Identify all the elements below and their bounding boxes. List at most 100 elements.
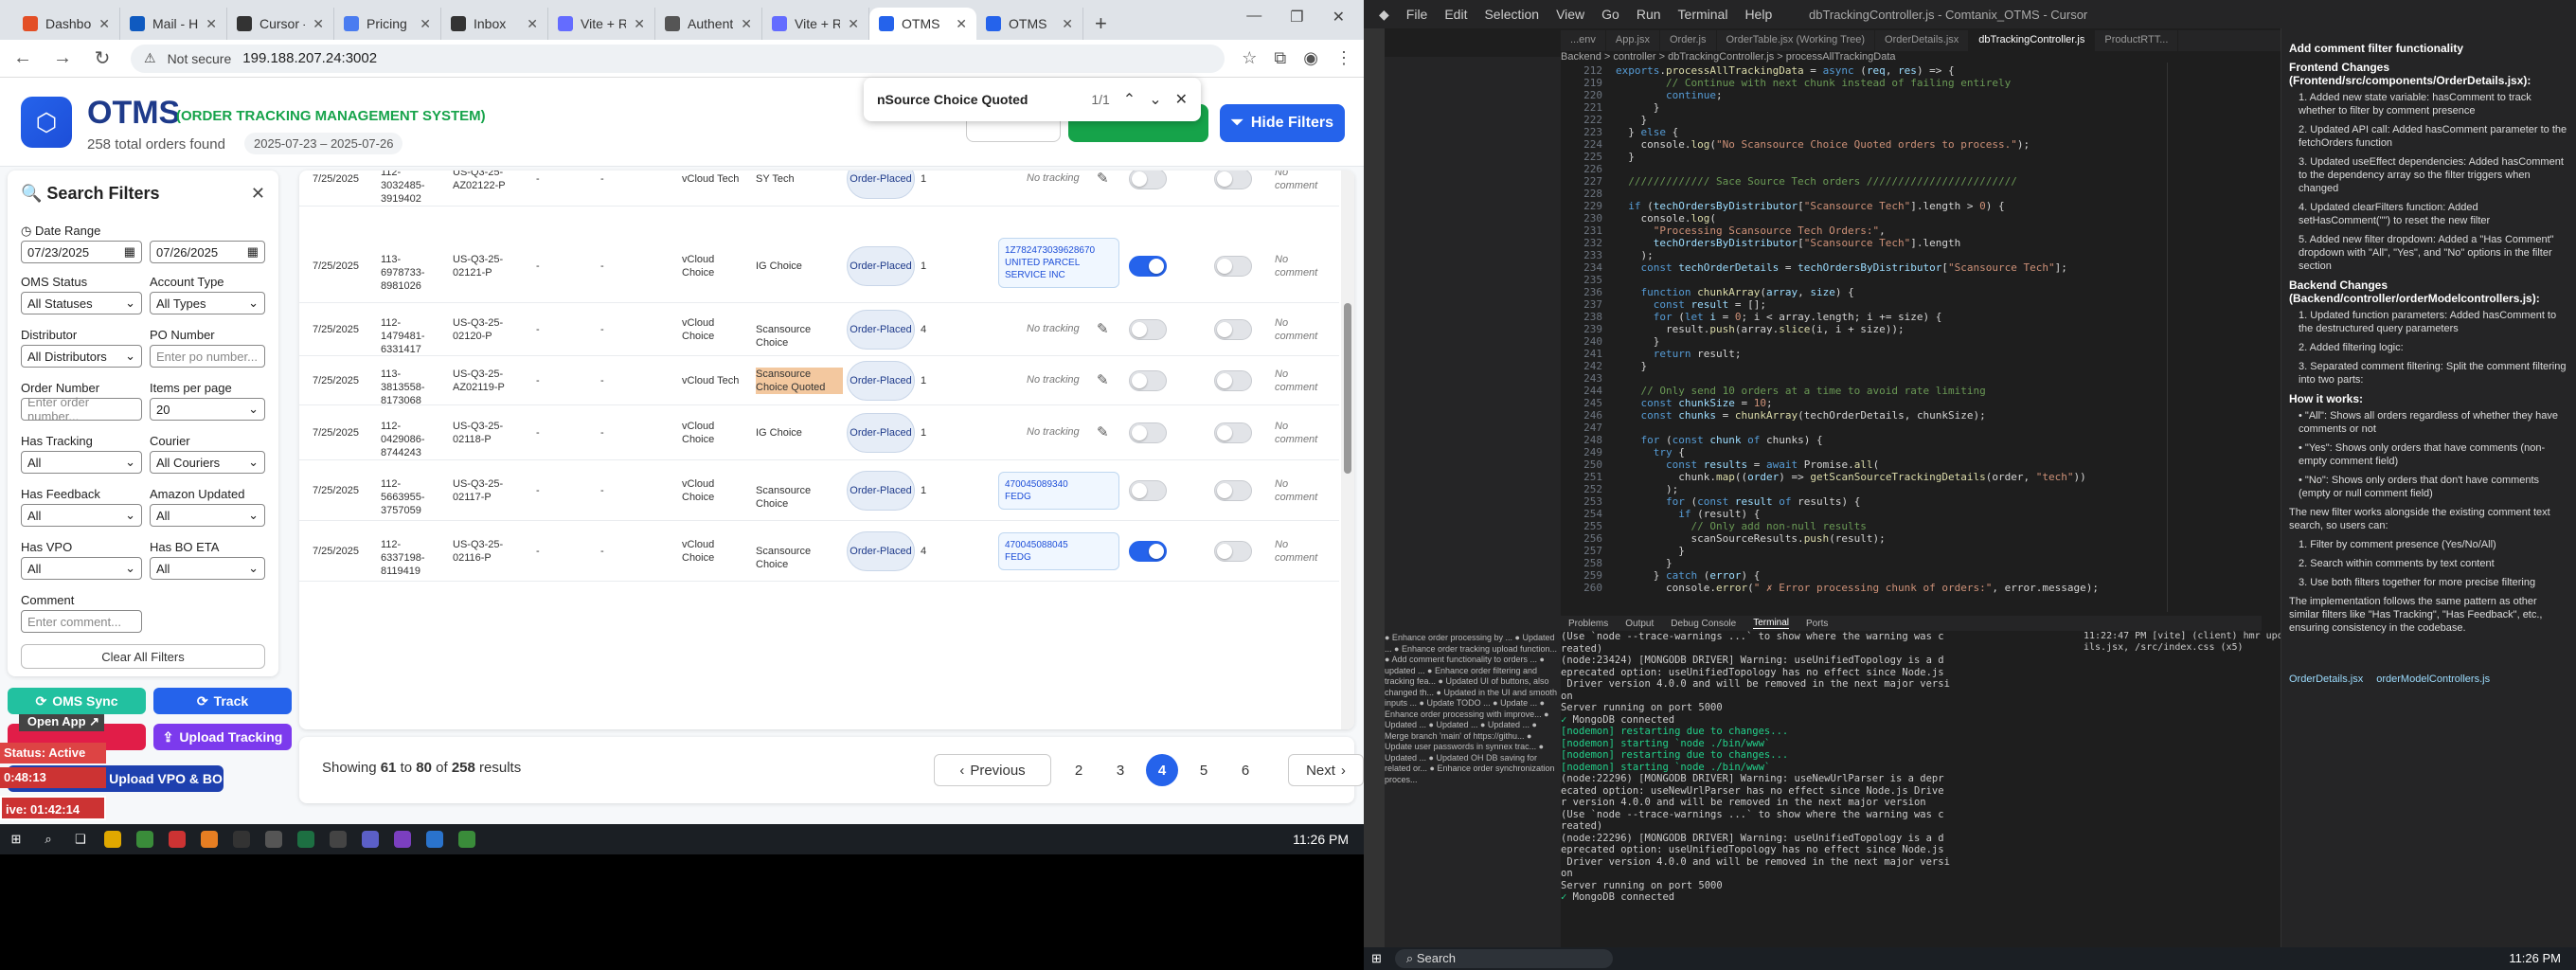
menu-item[interactable]: Edit [1444,7,1467,22]
windows-start-icon[interactable]: ⊞ [1371,951,1382,966]
panel-tab[interactable]: Output [1625,619,1654,629]
page-number-button[interactable]: 6 [1229,754,1261,786]
items-per-page-select[interactable]: 20 ⌄ [150,398,265,421]
comment-text[interactable]: No comment [1275,171,1322,192]
excel-icon[interactable] [297,831,314,848]
terminal-icon[interactable] [330,831,347,848]
taskbar-search[interactable]: ⌕ Search [1394,949,1613,968]
page-number-button[interactable]: 2 [1063,754,1095,786]
feedback-toggle[interactable] [1214,319,1252,340]
scrollbar-thumb[interactable] [1344,303,1351,474]
page-number-button[interactable]: 5 [1188,754,1220,786]
amazon-updated-toggle[interactable] [1129,422,1167,443]
amazon-updated-toggle[interactable] [1129,480,1167,501]
back-icon[interactable]: ← [11,47,34,69]
editor-tab[interactable]: Order.js [1660,30,1717,51]
minimize-icon[interactable]: — [1246,8,1261,27]
comment-text[interactable]: No comment [1275,316,1322,343]
browser-tab[interactable]: Vite + R ✕ [548,8,655,40]
tracking-box[interactable]: 470045088045 FEDG [998,532,1119,570]
table-scrollbar[interactable] [1341,171,1354,729]
chrome-icon[interactable] [136,831,153,848]
edit-tracking-icon[interactable]: ✎ [1097,371,1109,388]
reload-icon[interactable]: ↻ [91,46,114,70]
browser-tab[interactable]: Vite + R ✕ [762,8,869,40]
edit-tracking-icon[interactable]: ✎ [1097,320,1109,337]
browser-tab[interactable]: Pricing ✕ [334,8,441,40]
amazon-updated-toggle[interactable] [1129,171,1167,189]
browser-tab[interactable]: OTMS ✕ [869,8,976,40]
page-number-button[interactable]: 4 [1146,754,1178,786]
order-number-input[interactable]: Enter order number... [21,395,142,423]
editor-tab[interactable]: App.jsx [1606,30,1660,51]
comment-text[interactable]: No comment [1275,477,1322,504]
onenote-icon[interactable] [394,831,411,848]
panel-tab[interactable]: Ports [1806,619,1828,629]
tab-close-icon[interactable]: ✕ [956,16,967,32]
open-app-chip[interactable]: Open App ↗ [19,714,104,731]
editor-tab[interactable]: ...env [1561,30,1606,51]
panel-tab[interactable]: Problems [1568,619,1608,629]
tab-close-icon[interactable]: ✕ [741,16,752,32]
account-type-select[interactable]: All Types ⌄ [150,292,265,314]
previous-button[interactable]: ‹ Previous [934,754,1051,786]
next-button[interactable]: Next › [1288,754,1364,786]
feedback-toggle[interactable] [1214,171,1252,189]
amazon-updated-toggle[interactable] [1129,256,1167,277]
forward-icon[interactable]: → [51,47,74,69]
menu-item[interactable]: Go [1601,7,1619,22]
amazon-updated-toggle[interactable] [1129,370,1167,391]
comment-text[interactable]: No comment [1275,538,1322,565]
file-explorer-icon[interactable] [104,831,121,848]
browser-tab[interactable]: Cursor - ✕ [227,8,334,40]
amazon-updated-toggle[interactable] [1129,541,1167,562]
menu-item[interactable]: Help [1744,7,1772,22]
page-number-button[interactable]: 3 [1104,754,1136,786]
tab-close-icon[interactable]: ✕ [206,16,217,32]
has-bo-eta-select[interactable]: All ⌄ [150,557,265,580]
distributor-select[interactable]: All Distributors ⌄ [21,345,142,368]
editor-tab[interactable]: ProductRTT... [2095,30,2179,51]
tab-close-icon[interactable]: ✕ [634,16,645,32]
browser-tab[interactable]: Inbox ✕ [441,8,548,40]
feedback-toggle[interactable] [1214,480,1252,501]
tracking-box[interactable]: 1Z782473039628670 UNITED PARCEL SERVICE I… [998,238,1119,288]
close-filters-icon[interactable]: ✕ [251,184,265,204]
comment-text[interactable]: No comment [1275,253,1322,279]
tab-close-icon[interactable]: ✕ [848,16,859,32]
comment-input[interactable]: Enter comment... [21,610,142,633]
browser-tab[interactable]: Authenti ✕ [655,8,762,40]
extensions-icon[interactable]: ⧉ [1274,48,1286,68]
find-close-icon[interactable]: ✕ [1175,90,1188,109]
find-next-icon[interactable]: ⌄ [1149,90,1161,109]
tab-close-icon[interactable]: ✕ [420,16,431,32]
editor-tab[interactable]: OrderTable.jsx (Working Tree) [1717,30,1876,51]
app-icon[interactable] [169,831,186,848]
new-tab-icon[interactable]: + [1083,8,1118,40]
tab-close-icon[interactable]: ✕ [1062,16,1073,32]
close-icon[interactable]: ✕ [1333,8,1345,27]
code-minimap[interactable] [2167,63,2262,612]
courier-select[interactable]: All Couriers ⌄ [150,451,265,474]
has-feedback-select[interactable]: All ⌄ [21,504,142,527]
date-to-input[interactable]: 07/26/2025 ▦ [150,241,265,263]
tab-close-icon[interactable]: ✕ [313,16,324,32]
edit-tracking-icon[interactable]: ✎ [1097,423,1109,440]
tab-close-icon[interactable]: ✕ [98,16,110,32]
panel-tab[interactable]: Terminal [1753,618,1790,629]
editor-tab[interactable]: OrderDetails.jsx [1875,30,1970,51]
star-icon[interactable]: ☆ [1242,48,1257,68]
menu-item[interactable]: File [1406,7,1428,22]
terminal-output[interactable]: (Use `node --trace-warnings ...` to show… [1561,631,2072,915]
browser-tab[interactable]: OTMS ✕ [976,8,1083,40]
feedback-toggle[interactable] [1214,541,1252,562]
menu-item[interactable]: Terminal [1678,7,1728,22]
feedback-toggle[interactable] [1214,256,1252,277]
changed-file[interactable]: orderModelControllers.js [2376,674,2490,685]
feedback-toggle[interactable] [1214,370,1252,391]
editor-tab[interactable]: dbTrackingController.js [1969,30,2096,51]
has-tracking-select[interactable]: All ⌄ [21,451,142,474]
menu-item[interactable]: View [1556,7,1584,22]
find-input[interactable]: nSource Choice Quoted [877,92,1078,107]
vscode-icon[interactable] [426,831,443,848]
